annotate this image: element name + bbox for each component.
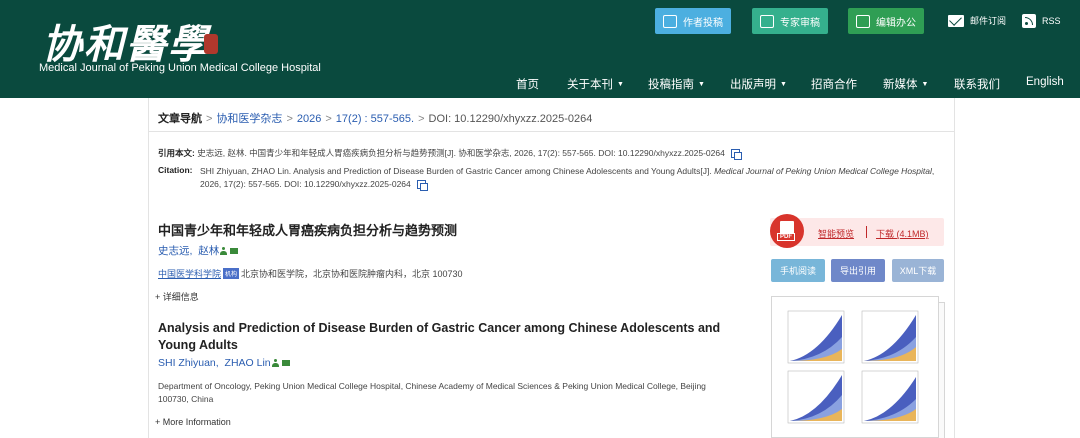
nav-business-cooperation-label: 招商合作 [811, 79, 857, 91]
review-icon [760, 14, 774, 28]
logo-seal-icon [204, 34, 218, 54]
nav-contact[interactable]: 联系我们 [954, 76, 1000, 92]
rss-icon [1022, 14, 1036, 28]
citation-en-label-row: Citation: [158, 165, 192, 175]
institution-link[interactable]: 中国医学科学院 [158, 267, 221, 280]
affiliation-cn: 中国医学科学院 机构 北京协和医学院，北京协和医院肿瘤内科，北京 100730 [158, 267, 463, 280]
mail-add-icon [948, 14, 964, 27]
nav-submission-guide[interactable]: 投稿指南 ▼ [648, 76, 705, 92]
expert-review-button[interactable]: 专家审稿 [752, 8, 828, 34]
pdf-link-divider [866, 226, 867, 238]
citation-cn: 引用本文: 史志远, 赵林. 中国青少年和年轻成人胃癌疾病负担分析与趋势预测[J… [158, 147, 743, 161]
editor-office-button[interactable]: 编辑办公 [848, 8, 924, 34]
nav-about-label: 关于本刊 [567, 79, 613, 91]
nav-new-media[interactable]: 新媒体 ▼ [883, 76, 928, 92]
thumbnail-figure-image [787, 310, 919, 424]
author-separator: , [215, 357, 219, 369]
breadcrumb-issue-link[interactable]: 17(2) : 557-565. [336, 113, 414, 125]
nav-english[interactable]: English [1026, 76, 1064, 88]
smart-preview-link[interactable]: 智能预览 [818, 227, 854, 240]
mail-subscribe-link[interactable]: 邮件订阅 [948, 14, 1006, 27]
figure-thumbnail[interactable] [771, 296, 945, 438]
mobile-read-button[interactable]: 手机阅读 [771, 259, 825, 282]
author-separator: , [189, 244, 193, 257]
citation-cn-text: 史志远, 赵林. 中国青少年和年轻成人胃癌疾病负担分析与趋势预测[J]. 协和医… [197, 148, 725, 158]
breadcrumb-label: 文章导航 [158, 113, 202, 125]
breadcrumb-journal-link[interactable]: 协和医学杂志 [216, 113, 282, 125]
breadcrumb-divider [148, 131, 955, 132]
nav-business-cooperation[interactable]: 招商合作 [811, 76, 857, 92]
article-title-en: Analysis and Prediction of Disease Burde… [158, 321, 721, 352]
authors-cn: 史志远, 赵林 [158, 243, 239, 258]
chevron-down-icon: ▼ [921, 81, 929, 89]
authors-en: SHI Zhiyuan, ZHAO Lin [158, 357, 290, 369]
citation-cn-label: 引用本文: [158, 148, 195, 158]
nav-publication-statement-label: 出版声明 [730, 79, 776, 91]
nav-new-media-label: 新媒体 [883, 79, 918, 91]
mail-subscribe-label: 邮件订阅 [970, 16, 1007, 26]
breadcrumb-year-link[interactable]: 2026 [297, 113, 321, 125]
affiliation-cn-text: 北京协和医学院，北京协和医院肿瘤内科，北京 100730 [241, 269, 463, 279]
citation-en-main: SHI Zhiyuan, ZHAO Lin. Analysis and Pred… [200, 166, 712, 176]
corresponding-author-icon [271, 359, 279, 367]
institution-badge: 机构 [223, 268, 240, 279]
affiliation-en: Department of Oncology, Peking Union Med… [158, 381, 706, 404]
logo-english[interactable]: Medical Journal of Peking Union Medical … [39, 62, 321, 74]
nav-publication-statement[interactable]: 出版声明 ▼ [730, 76, 787, 92]
author-link[interactable]: 赵林 [198, 243, 219, 258]
thumbnail-card [771, 296, 939, 438]
email-icon[interactable] [230, 247, 239, 254]
author-submit-label: 作者投稿 [683, 17, 723, 29]
expert-review-label: 专家审稿 [780, 17, 820, 29]
author-link[interactable]: ZHAO Lin [225, 357, 271, 369]
rss-label: RSS [1042, 16, 1061, 26]
main-nav: 首页 关于本刊 ▼ 投稿指南 ▼ 出版声明 ▼ 招商合作 新媒体 ▼ 联系我们 Engl… [0, 76, 1080, 92]
nav-about[interactable]: 关于本刊 ▼ [567, 76, 624, 92]
email-icon[interactable] [281, 360, 290, 366]
pdf-badge: PDF [777, 233, 795, 241]
editor-office-label: 编辑办公 [876, 17, 916, 29]
author-submit-button[interactable]: 作者投稿 [655, 8, 731, 34]
site-header: 协和醫學 Medical Journal of Peking Union Med… [0, 0, 1080, 98]
rss-link[interactable]: RSS [1022, 14, 1061, 28]
citation-en: SHI Zhiyuan, ZHAO Lin. Analysis and Pred… [200, 165, 940, 192]
chevron-down-icon: ▼ [617, 81, 624, 89]
nav-contact-label: 联系我们 [954, 79, 1000, 91]
author-link[interactable]: SHI Zhiyuan [158, 357, 216, 369]
more-info-toggle-cn[interactable]: + 详细信息 [155, 290, 199, 303]
chevron-down-icon: ▼ [780, 81, 787, 89]
more-info-toggle-en[interactable]: + More Information [155, 417, 231, 427]
export-citation-button[interactable]: 导出引用 [831, 259, 885, 282]
breadcrumb: 文章导航 > 协和医学杂志 >2026 >17(2) : 557-565. > DOI: 1… [158, 113, 593, 125]
edit-icon [856, 14, 870, 28]
nav-submission-guide-label: 投稿指南 [648, 79, 694, 91]
download-pdf-link[interactable]: 下载 (4.1MB) [876, 227, 929, 240]
xml-download-button[interactable]: XML下载 [892, 259, 944, 282]
corresponding-author-icon [220, 246, 228, 255]
author-link[interactable]: 史志远 [158, 243, 190, 258]
nav-home-label: 首页 [516, 79, 539, 91]
breadcrumb-doi: DOI: 10.12290/xhyxzz.2025-0264 [428, 113, 593, 125]
nav-english-label: English [1026, 76, 1064, 88]
person-icon [663, 14, 677, 28]
chevron-down-icon: ▼ [698, 81, 705, 89]
citation-en-journal: Medical Journal of Peking Union Medical … [714, 166, 932, 176]
copy-icon[interactable] [731, 149, 743, 161]
citation-en-label: Citation: [158, 165, 193, 175]
copy-icon[interactable] [417, 180, 429, 192]
nav-home[interactable]: 首页 [516, 76, 539, 92]
article-title-cn: 中国青少年和年轻成人胃癌疾病负担分析与趋势预测 [158, 223, 458, 238]
